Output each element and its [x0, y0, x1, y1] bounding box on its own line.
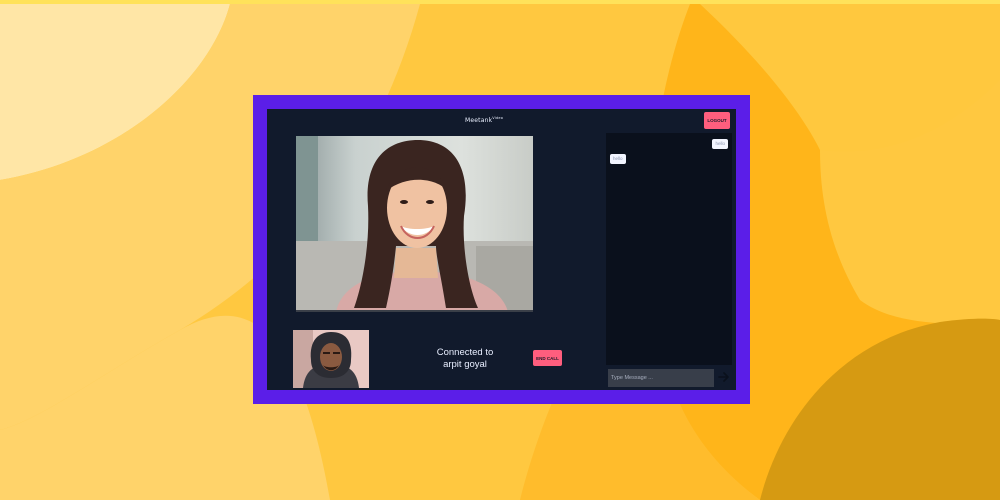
local-video [293, 330, 369, 388]
video-call-app: MeetankVideo LOGOUT Connected to arpit g… [267, 109, 736, 390]
logout-button[interactable]: LOGOUT [704, 112, 730, 129]
app-logo-suffix: Video [492, 116, 504, 120]
call-status-line1: Connected to [436, 347, 494, 358]
app-logo-name: Meetank [465, 117, 493, 124]
call-status-peer-name: arpit goyal [443, 359, 487, 370]
call-status: Connected to arpit goyal [425, 347, 505, 371]
remote-video [296, 136, 533, 312]
app-logo: MeetankVideo [465, 116, 503, 124]
chat-panel: hello hello [606, 133, 732, 365]
app-window-frame: MeetankVideo LOGOUT Connected to arpit g… [253, 95, 750, 404]
local-video-feed [293, 330, 369, 388]
arrow-right-icon [718, 372, 729, 382]
remote-video-feed [296, 136, 533, 312]
end-call-button[interactable]: END CALL [533, 350, 562, 366]
chat-message-received: hello [610, 154, 626, 164]
send-button[interactable] [717, 368, 731, 386]
chat-message-input[interactable] [608, 369, 714, 387]
chat-message-sent: hello [712, 139, 728, 149]
